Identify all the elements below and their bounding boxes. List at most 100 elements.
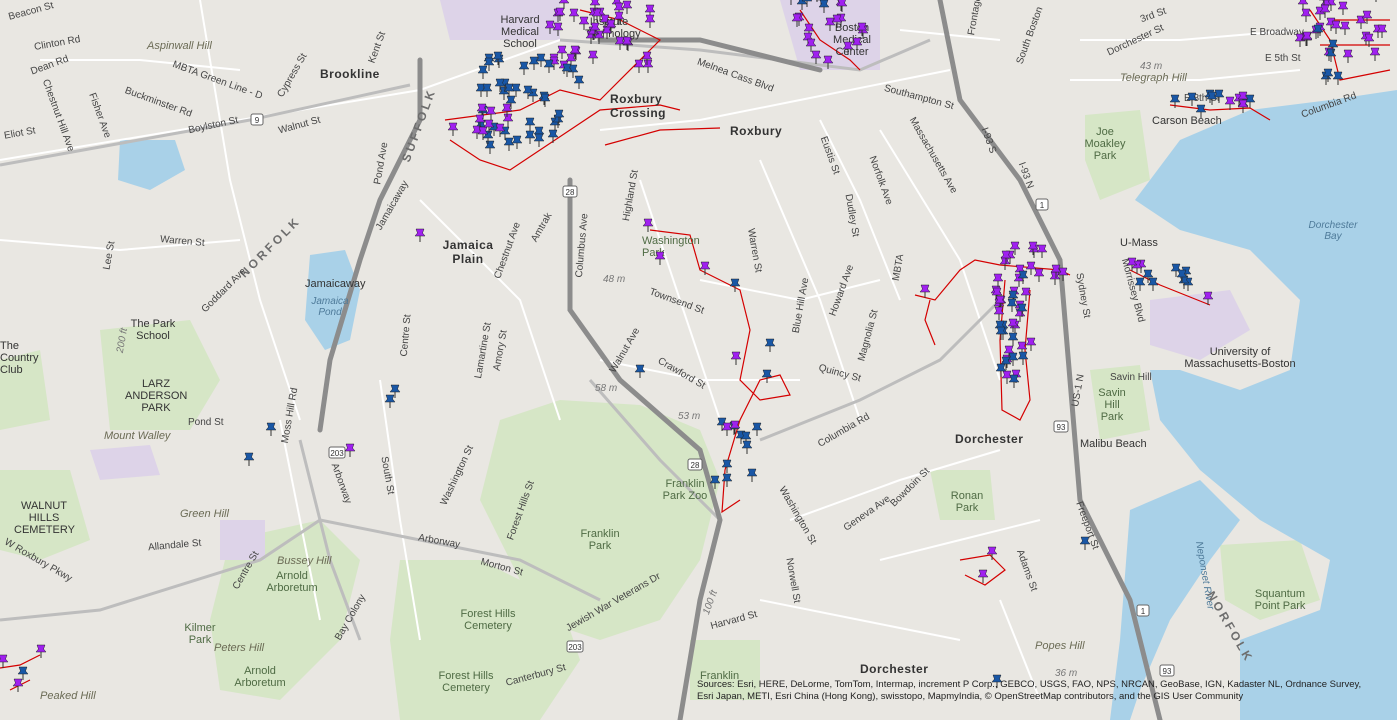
pin-marker-blue[interactable] — [1079, 536, 1091, 550]
pin-marker-purple[interactable] — [621, 36, 633, 50]
pin-marker-purple[interactable] — [822, 55, 834, 70]
pin-marker-purple[interactable] — [1020, 287, 1032, 301]
pin-marker-purple[interactable] — [644, 14, 656, 28]
pin-marker-purple[interactable] — [414, 228, 426, 242]
pin-marker-blue[interactable] — [818, 0, 830, 14]
pin-marker-purple[interactable] — [1033, 268, 1045, 283]
pin-marker-blue[interactable] — [533, 133, 545, 147]
pin-marker-blue[interactable] — [1007, 332, 1019, 347]
pin-marker-blue[interactable] — [547, 129, 559, 144]
pin-marker-purple[interactable] — [621, 0, 633, 15]
pin-marker-purple[interactable] — [483, 119, 495, 134]
pin-marker-blue[interactable] — [543, 59, 555, 73]
pin-marker-blue[interactable] — [1312, 24, 1324, 39]
pin-marker-purple[interactable] — [447, 122, 459, 136]
pin-marker-purple[interactable] — [831, 14, 843, 28]
pin-marker-purple[interactable] — [699, 261, 711, 275]
pin-marker-purple[interactable] — [605, 19, 617, 34]
pin-marker-blue[interactable] — [265, 422, 277, 436]
pin-marker-purple[interactable] — [641, 51, 653, 66]
pin-marker-purple[interactable] — [485, 106, 497, 120]
pin-marker-purple[interactable] — [494, 123, 506, 137]
pin-marker-blue[interactable] — [721, 459, 733, 474]
pin-marker-blue[interactable] — [1017, 351, 1029, 366]
pin-marker-purple[interactable] — [1202, 291, 1214, 305]
pin-marker-purple[interactable] — [544, 20, 556, 34]
pin-marker-purple[interactable] — [1237, 99, 1249, 113]
pin-marker-blue[interactable] — [553, 109, 565, 123]
pin-marker-purple[interactable] — [1224, 96, 1236, 111]
pin-marker-purple[interactable] — [1300, 8, 1312, 23]
pin-marker-purple[interactable] — [1376, 24, 1388, 38]
pin-marker-blue[interactable] — [1147, 277, 1159, 291]
pin-marker-purple[interactable] — [589, 22, 601, 36]
pin-marker-blue[interactable] — [384, 394, 396, 408]
pin-marker-blue[interactable] — [539, 93, 551, 108]
pin-marker-blue[interactable] — [741, 440, 753, 454]
pin-marker-blue[interactable] — [1327, 39, 1339, 54]
pin-marker-blue[interactable] — [1169, 94, 1181, 108]
pin-marker-purple[interactable] — [587, 50, 599, 64]
pin-marker-purple[interactable] — [721, 422, 733, 437]
pin-marker-blue[interactable] — [746, 468, 758, 483]
pin-marker-blue[interactable] — [995, 326, 1007, 340]
map-view[interactable]: 28 28 203 203 9 1 93 93 1 Beacon St Clin… — [0, 0, 1397, 720]
pin-marker-blue[interactable] — [243, 452, 255, 466]
pin-marker-purple[interactable] — [1361, 10, 1373, 24]
pin-marker-blue[interactable] — [1016, 303, 1028, 317]
pin-marker-purple[interactable] — [791, 13, 803, 28]
pin-marker-purple[interactable] — [1025, 337, 1037, 351]
pin-marker-purple[interactable] — [856, 22, 868, 36]
pin-marker-blue[interactable] — [785, 0, 797, 6]
pin-marker-purple[interactable] — [992, 273, 1004, 288]
pin-marker-purple[interactable] — [1050, 264, 1062, 278]
pin-marker-blue[interactable] — [764, 338, 776, 352]
pin-marker-purple[interactable] — [501, 103, 513, 117]
pin-marker-blue[interactable] — [494, 78, 507, 93]
pin-marker-purple[interactable] — [554, 7, 566, 21]
pin-marker-blue[interactable] — [1195, 104, 1207, 118]
pin-marker-purple[interactable] — [568, 8, 580, 22]
pin-marker-blue[interactable] — [1322, 68, 1335, 82]
pin-marker-blue[interactable] — [751, 422, 763, 436]
pin-marker-purple[interactable] — [1339, 21, 1351, 35]
pin-marker-purple[interactable] — [588, 0, 601, 12]
pin-marker-purple[interactable] — [919, 284, 931, 298]
pin-marker-blue[interactable] — [1008, 374, 1020, 388]
pin-marker-purple[interactable] — [1363, 33, 1375, 48]
pin-marker-blue[interactable] — [729, 278, 741, 292]
pin-marker-blue[interactable] — [634, 364, 646, 378]
pin-marker-purple[interactable] — [654, 251, 666, 265]
pin-marker-purple[interactable] — [1319, 4, 1331, 19]
pin-marker-blue[interactable] — [522, 85, 534, 99]
pin-marker-purple[interactable] — [344, 443, 356, 457]
pin-marker-blue[interactable] — [17, 666, 29, 680]
pin-marker-purple[interactable] — [810, 50, 822, 64]
pin-marker-purple[interactable] — [993, 306, 1005, 320]
pin-marker-purple[interactable] — [642, 218, 654, 232]
pin-marker-purple[interactable] — [569, 45, 581, 59]
pin-marker-blue[interactable] — [709, 475, 721, 489]
pin-marker-blue[interactable] — [801, 0, 813, 8]
pin-marker-purple[interactable] — [35, 644, 47, 658]
pin-marker-purple[interactable] — [1369, 47, 1381, 62]
pin-marker-purple[interactable] — [1036, 244, 1048, 258]
pin-marker-blue[interactable] — [1176, 269, 1188, 284]
pin-marker-blue[interactable] — [524, 117, 536, 132]
pin-marker-purple[interactable] — [1370, 0, 1382, 3]
pin-marker-purple[interactable] — [977, 569, 989, 583]
pin-marker-purple[interactable] — [730, 351, 742, 365]
pin-marker-blue[interactable] — [561, 63, 573, 78]
pin-marker-blue[interactable] — [1007, 352, 1019, 367]
pin-marker-blue[interactable] — [1134, 277, 1146, 291]
pin-marker-blue[interactable] — [761, 369, 773, 383]
pin-marker-blue[interactable] — [721, 473, 733, 487]
pin-marker-blue[interactable] — [1206, 91, 1218, 105]
pin-marker-purple[interactable] — [1000, 250, 1012, 265]
pin-marker-purple[interactable] — [1337, 1, 1349, 15]
pin-marker-blue[interactable] — [481, 83, 493, 97]
pin-marker-blue[interactable] — [518, 61, 530, 75]
pin-marker-blue[interactable] — [1017, 270, 1029, 284]
pin-marker-purple[interactable] — [1342, 49, 1354, 63]
pin-marker-purple[interactable] — [12, 678, 24, 692]
